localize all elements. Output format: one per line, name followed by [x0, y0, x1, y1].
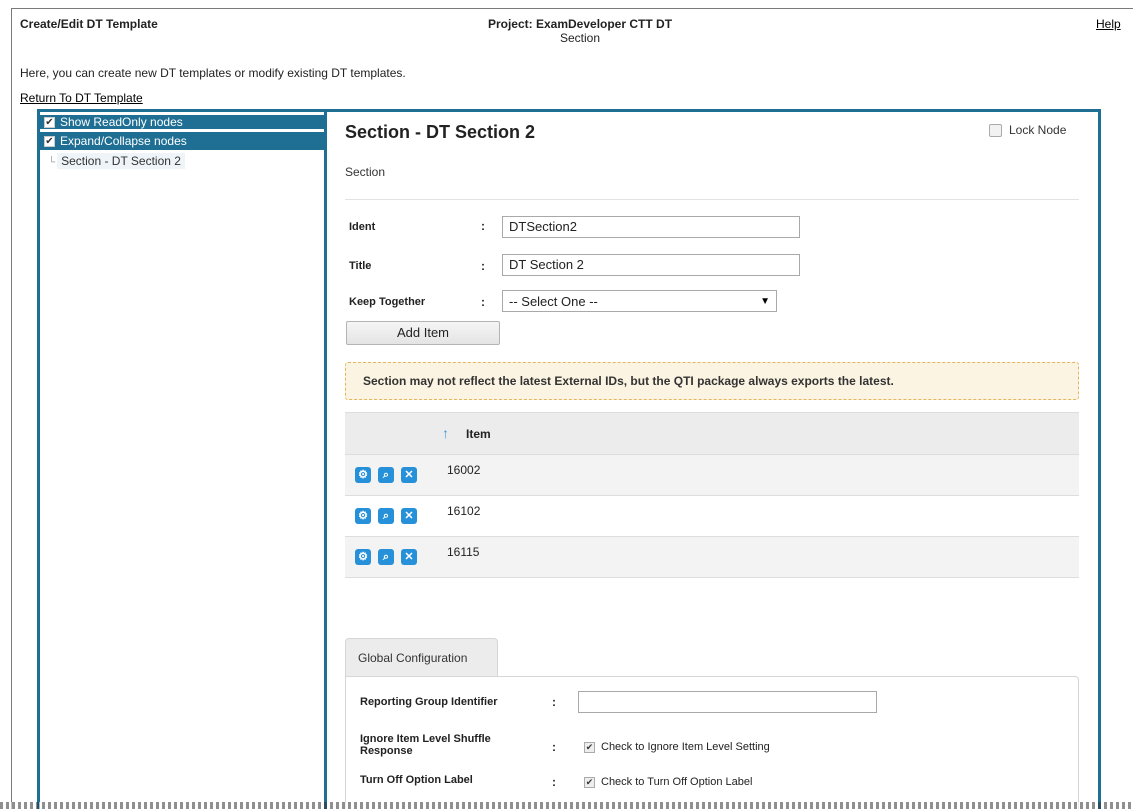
keep-together-value: -- Select One --	[509, 293, 598, 309]
lock-node-checkbox[interactable]	[989, 123, 1002, 137]
divider	[345, 199, 1079, 200]
checkbox-checked-icon[interactable]: ✔	[584, 741, 595, 753]
close-icon[interactable]: ✕	[401, 467, 417, 483]
ident-label: Ident	[349, 221, 376, 233]
header-subtitle: Section	[559, 31, 601, 45]
help-link[interactable]: Help	[1096, 17, 1121, 31]
tree-panel: ✔ Show ReadOnly nodes ✔ Expand/Collapse …	[40, 112, 327, 809]
sort-arrow-icon[interactable]: ↑	[442, 425, 449, 441]
ignore-shuffle-checkbox[interactable]: ✔ Check to Ignore Item Level Setting	[584, 741, 770, 753]
section-title: Section - DT Section 2	[345, 122, 536, 142]
add-item-button[interactable]: Add Item	[346, 321, 500, 345]
content-panel: Section - DT Section 2 Lock Node Section…	[330, 112, 1101, 809]
search-icon[interactable]: ⌕	[378, 508, 394, 524]
tab-global-configuration[interactable]: Global Configuration	[345, 638, 498, 676]
colon: :	[481, 219, 485, 233]
checkbox-checked-icon[interactable]: ✔	[584, 776, 595, 788]
search-icon[interactable]: ⌕	[378, 467, 394, 483]
gear-icon[interactable]: ⚙	[355, 549, 371, 565]
return-to-template-link[interactable]: Return To DT Template	[20, 91, 143, 105]
item-id: 16115	[447, 545, 480, 559]
expand-collapse-label: Expand/Collapse nodes	[60, 134, 187, 148]
gear-icon[interactable]: ⚙	[355, 467, 371, 483]
title-input[interactable]: DT Section 2	[502, 254, 800, 276]
global-config-panel: Reporting Group Identifier : Ignore Item…	[345, 676, 1079, 809]
bottom-overflow-strip	[0, 802, 1133, 809]
shuffle-label: Ignore Item Level Shuffle Response	[360, 733, 491, 757]
keep-together-label: Keep Together	[349, 296, 426, 308]
expand-collapse-toggle[interactable]: ✔ Expand/Collapse nodes	[40, 132, 324, 150]
search-icon[interactable]: ⌕	[378, 549, 394, 565]
checkbox-checked-icon[interactable]: ✔	[44, 116, 55, 128]
main-frame: ✔ Show ReadOnly nodes ✔ Expand/Collapse …	[37, 109, 1101, 809]
show-readonly-label: Show ReadOnly nodes	[60, 115, 183, 129]
table-row: ⚙ ⌕ ✕ 16002	[345, 455, 1079, 496]
keep-together-select[interactable]: -- Select One -- ▼	[502, 290, 777, 312]
lock-node-toggle[interactable]: Lock Node	[989, 123, 1066, 137]
chevron-down-icon: ▼	[760, 295, 770, 307]
ignore-shuffle-text: Check to Ignore Item Level Setting	[601, 741, 770, 753]
reporting-group-input[interactable]	[578, 691, 877, 713]
colon: :	[552, 695, 556, 709]
turn-off-option-text: Check to Turn Off Option Label	[601, 776, 753, 788]
tree-connector-icon: └	[48, 157, 56, 168]
item-id: 16002	[447, 463, 481, 477]
table-row: ⚙ ⌕ ✕ 16102	[345, 496, 1079, 537]
checkbox-checked-icon[interactable]: ✔	[44, 135, 55, 147]
colon: :	[552, 740, 556, 754]
tree-node-section[interactable]: └ Section - DT Section 2	[48, 153, 185, 169]
warning-banner: Section may not reflect the latest Exter…	[345, 362, 1079, 400]
ident-input[interactable]: DTSection2	[502, 216, 800, 238]
gear-icon[interactable]: ⚙	[355, 508, 371, 524]
table-header: ↑ Item	[345, 413, 1079, 455]
close-icon[interactable]: ✕	[401, 508, 417, 524]
page-title: Create/Edit DT Template	[20, 17, 158, 31]
table-row: ⚙ ⌕ ✕ 16115	[345, 537, 1079, 578]
turn-off-option-checkbox[interactable]: ✔ Check to Turn Off Option Label	[584, 776, 752, 788]
intro-text: Here, you can create new DT templates or…	[20, 66, 406, 80]
item-id: 16102	[447, 504, 481, 518]
item-table: ↑ Item ⚙ ⌕ ✕ 16002 ⚙ ⌕ ✕ 16102 ⚙ ⌕ ✕ 161…	[345, 412, 1079, 578]
reporting-group-label: Reporting Group Identifier	[360, 696, 498, 708]
show-readonly-toggle[interactable]: ✔ Show ReadOnly nodes	[40, 115, 324, 129]
project-header: Project: ExamDeveloper CTT DT Section	[460, 17, 700, 45]
close-icon[interactable]: ✕	[401, 549, 417, 565]
colon: :	[552, 775, 556, 789]
shuffle-label-line-2: Response	[360, 745, 413, 757]
project-name: Project: ExamDeveloper CTT DT	[487, 17, 673, 31]
title-label: Title	[349, 260, 372, 272]
colon: :	[481, 295, 485, 309]
tree-node-label[interactable]: Section - DT Section 2	[57, 153, 185, 169]
column-item[interactable]: Item	[466, 427, 491, 441]
colon: :	[481, 259, 485, 273]
section-subtitle: Section	[345, 165, 386, 179]
option-label-label: Turn Off Option Label	[360, 774, 473, 786]
shuffle-label-line-1: Ignore Item Level Shuffle	[360, 733, 491, 745]
lock-node-label: Lock Node	[1009, 123, 1067, 137]
